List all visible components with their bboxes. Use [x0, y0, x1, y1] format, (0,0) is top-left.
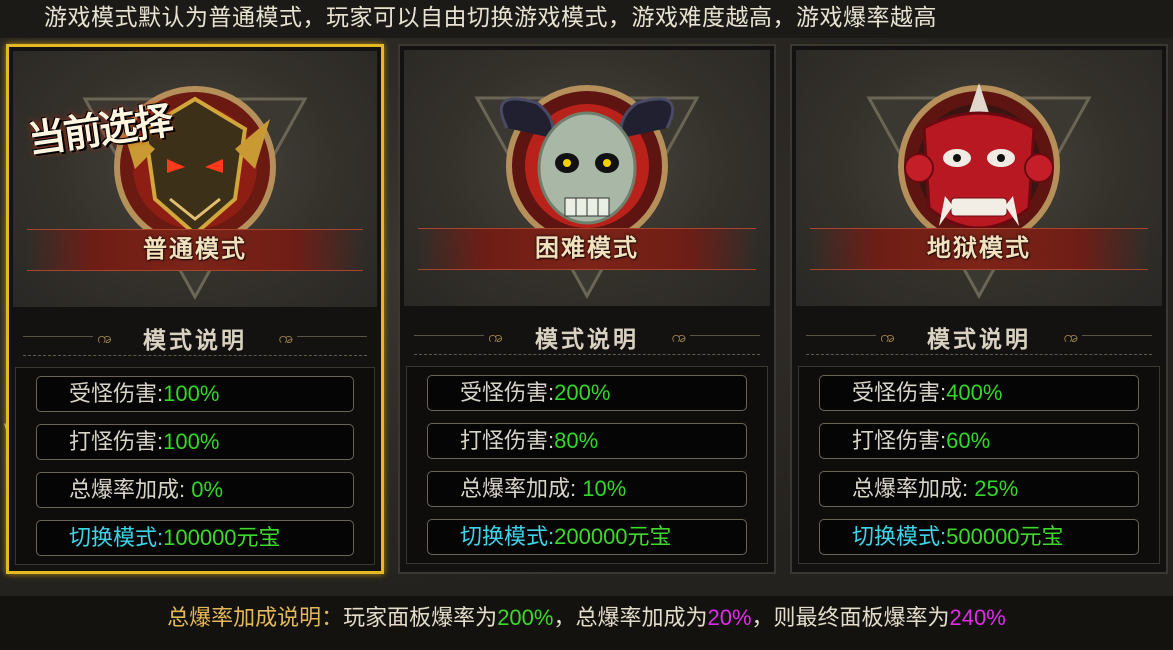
mode-name-normal: 普通模式 [143, 234, 247, 263]
divider-line [690, 335, 760, 336]
stat-damage-dealt: 打怪伤害:80% [427, 423, 747, 459]
stat-value: 10% [576, 476, 627, 501]
footer-bar: 总爆率加成说明：玩家面板爆率为200%，总爆率加成为20%，则最终面板爆率为24… [0, 596, 1173, 650]
stat-drop-rate-bonus: 总爆率加成: 25% [819, 471, 1139, 507]
divider-line [1082, 335, 1152, 336]
dashed-divider [806, 354, 1152, 355]
stat-damage-taken: 受怪伤害:200% [427, 375, 747, 411]
stat-drop-rate-bonus: 总爆率加成: 10% [427, 471, 747, 507]
divider-line [297, 336, 367, 337]
top-notice-text: 游戏模式默认为普通模式，玩家可以自由切换游戏模式，游戏难度越高，游戏爆率越高 [44, 5, 937, 31]
stat-label: 受怪伤害: [852, 380, 947, 405]
mode-description-header: ꩠ 模式说明 ꩠ [404, 308, 770, 364]
stat-value: 200% [554, 380, 611, 405]
stat-label: 受怪伤害: [69, 381, 164, 406]
mode-art-hell: 地狱模式 [796, 50, 1162, 306]
stat-damage-dealt: 打怪伤害:100% [36, 424, 354, 460]
stat-label: 总爆率加成: [69, 477, 186, 502]
switch-mode-button-normal[interactable]: 切换模式:100000元宝 [36, 520, 354, 556]
stat-damage-dealt: 打怪伤害:60% [819, 423, 1139, 459]
stats-panel: 受怪伤害:200% 打怪伤害:80% 总爆率加成: 10% 切换模式:20000… [406, 366, 768, 564]
stat-drop-rate-bonus: 总爆率加成: 0% [36, 472, 354, 508]
switch-mode-button-hard[interactable]: 切换模式:200000元宝 [427, 519, 747, 555]
stat-value: 0% [185, 477, 224, 502]
stats-panel: 受怪伤害:100% 打怪伤害:100% 总爆率加成: 0% 切换模式:10000… [15, 367, 375, 565]
dashed-divider [414, 354, 760, 355]
stats-panel: 受怪伤害:400% 打怪伤害:60% 总爆率加成: 25% 切换模式:50000… [798, 366, 1160, 564]
mode-name-hell: 地狱模式 [927, 233, 1031, 262]
section-title: 模式说明 [535, 326, 639, 353]
footer-label: 总爆率加成说明： [167, 605, 344, 630]
mode-description-header: ꩠ 模式说明 ꩠ [796, 308, 1162, 364]
footer-part2: ，总爆率加成为 [553, 605, 708, 630]
drop-rate-explanation: 总爆率加成说明：玩家面板爆率为200%，总爆率加成为20%，则最终面板爆率为24… [0, 596, 1173, 644]
switch-cost: 200000元宝 [554, 524, 672, 549]
mode-art-normal: 普通模式 [13, 51, 377, 307]
stat-value: 100% [163, 429, 220, 454]
stat-label: 打怪伤害: [69, 429, 164, 454]
stat-value: 400% [946, 380, 1003, 405]
mode-name-hard: 困难模式 [535, 233, 639, 262]
stat-value: 100% [163, 381, 220, 406]
stat-value: 25% [968, 476, 1019, 501]
footer-part1: 玩家面板爆率为 [343, 605, 498, 630]
stat-value: 80% [554, 428, 599, 453]
footer-part3: ，则最终面板爆率为 [751, 605, 950, 630]
stat-value: 60% [946, 428, 991, 453]
top-notice-bar: 游戏模式默认为普通模式，玩家可以自由切换游戏模式，游戏难度越高，游戏爆率越高 [0, 0, 1173, 38]
scroll-ornament-icon: ꩠ [278, 328, 293, 347]
switch-cost: 500000元宝 [946, 524, 1064, 549]
stat-label: 总爆率加成: [460, 476, 577, 501]
scroll-ornament-icon: ꩠ [1063, 327, 1078, 346]
stat-label: 打怪伤害: [852, 428, 947, 453]
stat-label: 打怪伤害: [460, 428, 555, 453]
mode-description-header: ꩠ 模式说明 ꩠ [13, 309, 377, 365]
footer-value-final: 240% [949, 605, 1006, 630]
section-title: 模式说明 [927, 326, 1031, 353]
stat-label: 总爆率加成: [852, 476, 969, 501]
switch-cost: 100000元宝 [163, 525, 281, 550]
footer-value-bonus: 20% [707, 605, 752, 630]
scroll-ornament-icon: ꩠ [671, 327, 686, 346]
stat-damage-taken: 受怪伤害:400% [819, 375, 1139, 411]
section-title: 模式说明 [143, 327, 247, 354]
footer-value-base: 200% [497, 605, 554, 630]
mode-card-hell[interactable]: 地狱模式 ꩠ 模式说明 ꩠ 受怪伤害:400% 打怪伤害:60% 总爆率加成: … [790, 44, 1168, 574]
mode-card-normal[interactable]: 普通模式 当前选择 ꩠ 模式说明 ꩠ 受怪伤害:100% 打怪伤害:100% 总… [6, 44, 384, 574]
switch-label: 切换模式: [69, 525, 164, 550]
stat-label: 受怪伤害: [460, 380, 555, 405]
dashed-divider [23, 355, 367, 356]
mode-art-hard: 困难模式 [404, 50, 770, 306]
switch-mode-button-hell[interactable]: 切换模式:500000元宝 [819, 519, 1139, 555]
stat-damage-taken: 受怪伤害:100% [36, 376, 354, 412]
mode-card-hard[interactable]: 困难模式 ꩠ 模式说明 ꩠ 受怪伤害:200% 打怪伤害:80% 总爆率加成: … [398, 44, 776, 574]
switch-label: 切换模式: [460, 524, 555, 549]
switch-label: 切换模式: [852, 524, 947, 549]
